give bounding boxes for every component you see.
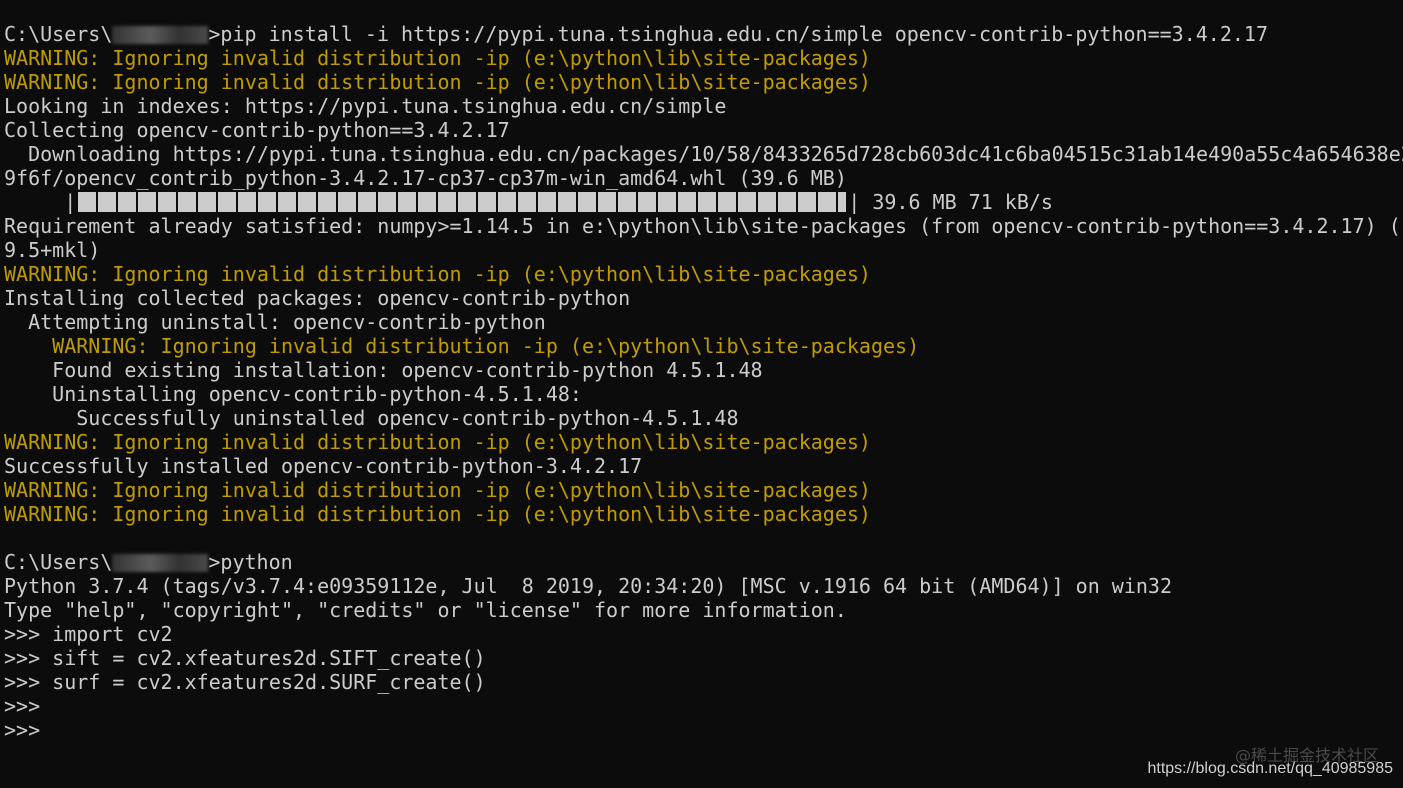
warning-line: WARNING: Ignoring invalid distribution -… xyxy=(4,502,871,526)
console-line: Successfully uninstalled opencv-contrib-… xyxy=(4,406,739,430)
console-line: Found existing installation: opencv-cont… xyxy=(4,358,763,382)
command-prompt-line: C:\Users\ >python xyxy=(4,550,1403,574)
console-line: >>> xyxy=(4,694,41,718)
console-line: Looking in indexes: https://pypi.tuna.ts… xyxy=(4,94,727,118)
console-line: Type "help", "copyright", "credits" or "… xyxy=(4,598,847,622)
download-progress-line: | | 39.6 MB 71 kB/s xyxy=(4,190,1403,214)
console-line: 9.5+mkl) xyxy=(4,238,101,262)
console-line: Requirement already satisfied: numpy>=1.… xyxy=(4,214,1403,238)
watermark-url: https://blog.csdn.net/qq_40985985 xyxy=(1147,760,1393,777)
warning-line: WARNING: Ignoring invalid distribution -… xyxy=(4,46,871,70)
progress-bar xyxy=(78,192,847,212)
progress-stats: | 39.6 MB 71 kB/s xyxy=(848,190,1053,214)
console-line: Attempting uninstall: opencv-contrib-pyt… xyxy=(4,310,546,334)
console-line: 9f6f/opencv_contrib_python-3.4.2.17-cp37… xyxy=(4,166,847,190)
redacted-username xyxy=(112,554,209,572)
progress-lead: | xyxy=(4,190,77,214)
command-text: >pip install -i https://pypi.tuna.tsingh… xyxy=(208,22,1268,46)
console-line: Downloading https://pypi.tuna.tsinghua.e… xyxy=(4,142,1403,166)
command-prompt-line: C:\Users\ >pip install -i https://pypi.tu… xyxy=(4,22,1403,46)
warning-line: WARNING: Ignoring invalid distribution -… xyxy=(4,478,871,502)
console-line: Successfully installed opencv-contrib-py… xyxy=(4,454,643,478)
command-text: >python xyxy=(208,550,293,574)
warning-line: WARNING: Ignoring invalid distribution -… xyxy=(4,430,871,454)
console-output: C:\Users\ >pip install -i https://pypi.tu… xyxy=(4,22,1403,742)
warning-line: WARNING: Ignoring invalid distribution -… xyxy=(4,262,871,286)
console-line: >>> sift = cv2.xfeatures2d.SIFT_create() xyxy=(4,646,486,670)
console-line: Python 3.7.4 (tags/v3.7.4:e09359112e, Ju… xyxy=(4,574,1172,598)
warning-line: WARNING: Ignoring invalid distribution -… xyxy=(4,334,920,358)
warning-line: WARNING: Ignoring invalid distribution -… xyxy=(4,70,871,94)
redacted-username xyxy=(112,26,209,44)
console-line: Uninstalling opencv-contrib-python-4.5.1… xyxy=(4,382,582,406)
console-line: >>> surf = cv2.xfeatures2d.SURF_create() xyxy=(4,670,486,694)
console-line: >>> xyxy=(4,718,41,742)
prompt-path: C:\Users\ xyxy=(4,22,113,46)
console-line: >>> import cv2 xyxy=(4,622,173,646)
console-line: Collecting opencv-contrib-python==3.4.2.… xyxy=(4,118,510,142)
prompt-path: C:\Users\ xyxy=(4,550,113,574)
console-line: Installing collected packages: opencv-co… xyxy=(4,286,631,310)
